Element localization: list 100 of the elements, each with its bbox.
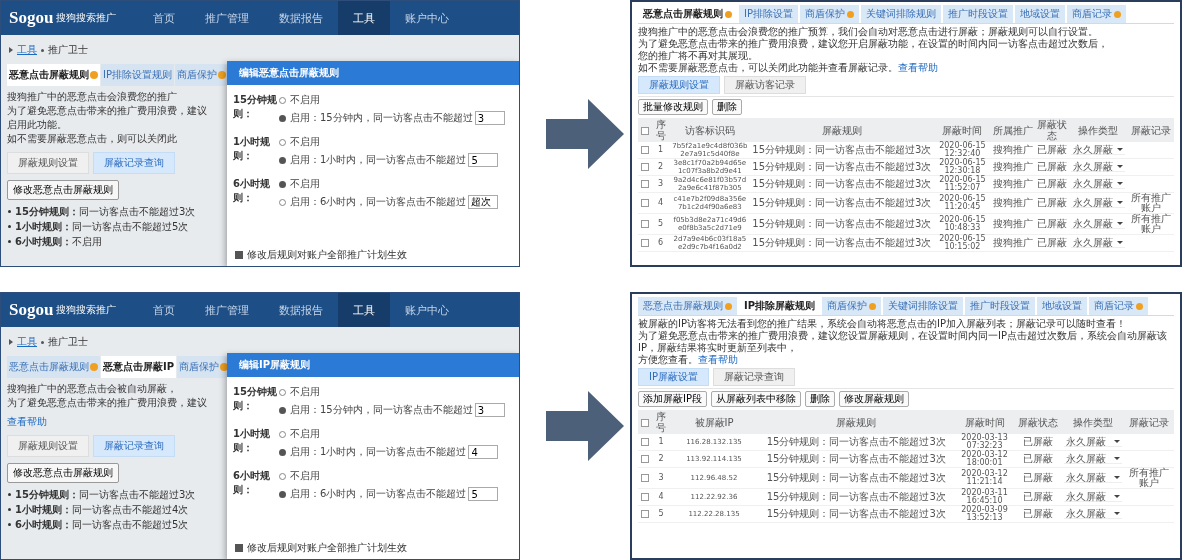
disable-option[interactable]: 不启用 — [279, 469, 517, 483]
tab[interactable]: 地域设置 — [1015, 5, 1065, 23]
help-link[interactable]: 查看帮助 — [898, 62, 938, 73]
count-input[interactable]: 5 — [468, 153, 499, 167]
breadcrumb-link[interactable]: 工具 — [17, 335, 37, 349]
enable-option[interactable]: 启用：15分钟内，同一访客点击不能超过 — [279, 111, 473, 125]
checkbox[interactable] — [641, 473, 649, 482]
edit-rules-button[interactable]: 修改恶意点击屏蔽规则 — [7, 463, 119, 483]
toolbar-button[interactable]: 添加屏蔽IP段 — [638, 391, 707, 407]
table-cell: 4 — [658, 198, 664, 207]
caret-icon — [1117, 182, 1124, 185]
nav-item[interactable]: 首页 — [138, 293, 191, 327]
checkbox[interactable] — [640, 145, 649, 154]
apply-checkbox[interactable]: 修改后规则对账户全部推广计划生效 — [235, 248, 519, 262]
help-link[interactable]: 查看帮助 — [698, 354, 738, 365]
tab[interactable]: 推广时段设置 — [943, 5, 1013, 23]
action-dropdown[interactable]: 永久屏蔽 — [1063, 437, 1122, 447]
count-input[interactable]: 超次 — [468, 195, 499, 209]
disable-option[interactable]: 不启用 — [279, 93, 517, 107]
tab[interactable]: 商盾保护 — [822, 297, 882, 315]
table-cell: 5 — [658, 509, 664, 518]
nav-item[interactable]: 数据报告 — [264, 1, 339, 35]
action-dropdown[interactable]: 永久屏蔽 — [1071, 198, 1126, 208]
action-dropdown[interactable]: 永久屏蔽 — [1063, 509, 1122, 519]
checkbox[interactable] — [640, 219, 649, 228]
checkbox[interactable] — [640, 179, 649, 188]
disable-option[interactable]: 不启用 — [279, 177, 517, 191]
checkbox[interactable] — [640, 238, 649, 247]
tab[interactable]: IP排除设置 — [739, 5, 798, 23]
toolbar-button[interactable]: 删除 — [712, 99, 742, 115]
nav-item[interactable]: 工具 — [338, 293, 391, 327]
action-dropdown[interactable]: 永久屏蔽 — [1063, 473, 1122, 483]
toolbar-button[interactable]: 从屏蔽列表中移除 — [711, 391, 801, 407]
sub-tab[interactable]: 屏蔽规则设置 — [7, 152, 89, 174]
checkbox[interactable] — [640, 198, 649, 207]
count-input[interactable]: 5 — [468, 487, 499, 501]
checkbox[interactable] — [641, 454, 649, 463]
sub-tab[interactable]: 屏蔽访客记录 — [724, 76, 806, 94]
enable-option[interactable]: 启用：6小时内，同一访客点击不能超过 — [279, 487, 467, 501]
badge-icon — [1136, 302, 1144, 310]
toolbar-button[interactable]: 删除 — [805, 391, 835, 407]
description-text: 方便您查看。 — [638, 354, 698, 365]
sub-tab[interactable]: IP屏蔽设置 — [638, 368, 709, 386]
action-dropdown[interactable]: 永久屏蔽 — [1071, 145, 1126, 155]
action-dropdown[interactable]: 永久屏蔽 — [1071, 179, 1126, 189]
edit-rules-button[interactable]: 修改恶意点击屏蔽规则 — [7, 180, 119, 200]
tab[interactable]: 恶意点击屏蔽规则 — [7, 64, 100, 86]
toolbar-button[interactable]: 修改屏蔽规则 — [839, 391, 909, 407]
sub-tab[interactable]: 屏蔽规则设置 — [7, 435, 89, 457]
enable-option[interactable]: 启用：1小时内，同一访客点击不能超过 — [279, 445, 467, 459]
nav-item[interactable]: 推广管理 — [190, 1, 265, 35]
tab[interactable]: 恶意点击屏蔽规则 — [638, 297, 737, 315]
checkbox[interactable] — [640, 162, 649, 171]
disable-option[interactable]: 不启用 — [279, 135, 517, 149]
disable-option[interactable]: 不启用 — [279, 385, 517, 399]
disable-option[interactable]: 不启用 — [279, 427, 517, 441]
apply-checkbox[interactable]: 修改后规则对账户全部推广计划生效 — [235, 541, 519, 555]
table-cell: 搜狗推广 — [993, 218, 1034, 229]
tab[interactable]: 商盾保护 — [800, 5, 859, 23]
breadcrumb-current: 推广卫士 — [48, 335, 88, 349]
tab[interactable]: 商盾保护 — [175, 64, 228, 86]
breadcrumb-link[interactable]: 工具 — [17, 43, 37, 57]
nav-item[interactable]: 数据报告 — [264, 293, 339, 327]
checkbox[interactable] — [640, 126, 649, 135]
checkbox[interactable] — [641, 437, 649, 446]
tab[interactable]: 商盾记录 — [1089, 297, 1149, 315]
action-dropdown[interactable]: 永久屏蔽 — [1063, 492, 1122, 502]
checkbox[interactable] — [641, 509, 649, 518]
nav-item[interactable]: 首页 — [138, 1, 191, 35]
tab[interactable]: 地域设置 — [1037, 297, 1088, 315]
tab[interactable]: 关键词排除设置 — [883, 297, 964, 315]
sub-tab[interactable]: 屏蔽记录查询 — [93, 152, 175, 174]
action-dropdown[interactable]: 永久屏蔽 — [1071, 162, 1126, 172]
tab[interactable]: 商盾记录 — [1067, 5, 1126, 23]
sub-tab[interactable]: 屏蔽记录查询 — [713, 368, 795, 386]
sub-tab[interactable]: 屏蔽规则设置 — [638, 76, 720, 94]
enable-option[interactable]: 启用：1小时内，同一访客点击不能超过 — [279, 153, 467, 167]
sub-tab[interactable]: 屏蔽记录查询 — [93, 435, 175, 457]
tab[interactable]: 恶意点击屏蔽IP — [101, 356, 177, 378]
enable-option[interactable]: 启用：15分钟内，同一访客点击不能超过 — [279, 403, 473, 417]
tab[interactable]: 关键词排除规则 — [861, 5, 941, 23]
tab[interactable]: 恶意点击屏蔽规则 — [7, 356, 100, 378]
checkbox[interactable] — [641, 492, 649, 501]
enable-option[interactable]: 启用：6小时内，同一访客点击不能超过 — [279, 195, 467, 209]
count-input[interactable]: 3 — [474, 111, 505, 125]
count-input[interactable]: 3 — [474, 403, 505, 417]
tab[interactable]: 推广时段设置 — [965, 297, 1036, 315]
action-dropdown[interactable]: 永久屏蔽 — [1063, 454, 1122, 464]
table-cell: 15分钟规则：同一访客点击不能超过3次 — [766, 508, 946, 519]
nav-item[interactable]: 推广管理 — [190, 293, 265, 327]
action-dropdown[interactable]: 永久屏蔽 — [1071, 238, 1126, 248]
count-input[interactable]: 4 — [468, 445, 499, 459]
toolbar-button[interactable]: 批量修改规则 — [638, 99, 708, 115]
action-dropdown[interactable]: 永久屏蔽 — [1071, 219, 1126, 229]
nav-item[interactable]: 账户中心 — [390, 293, 465, 327]
help-link[interactable]: 查看帮助 — [7, 416, 47, 427]
nav-item[interactable]: 账户中心 — [390, 1, 465, 35]
tab[interactable]: IP排除设置规则 — [101, 64, 174, 86]
checkbox[interactable] — [641, 418, 649, 427]
nav-item[interactable]: 工具 — [338, 1, 391, 35]
